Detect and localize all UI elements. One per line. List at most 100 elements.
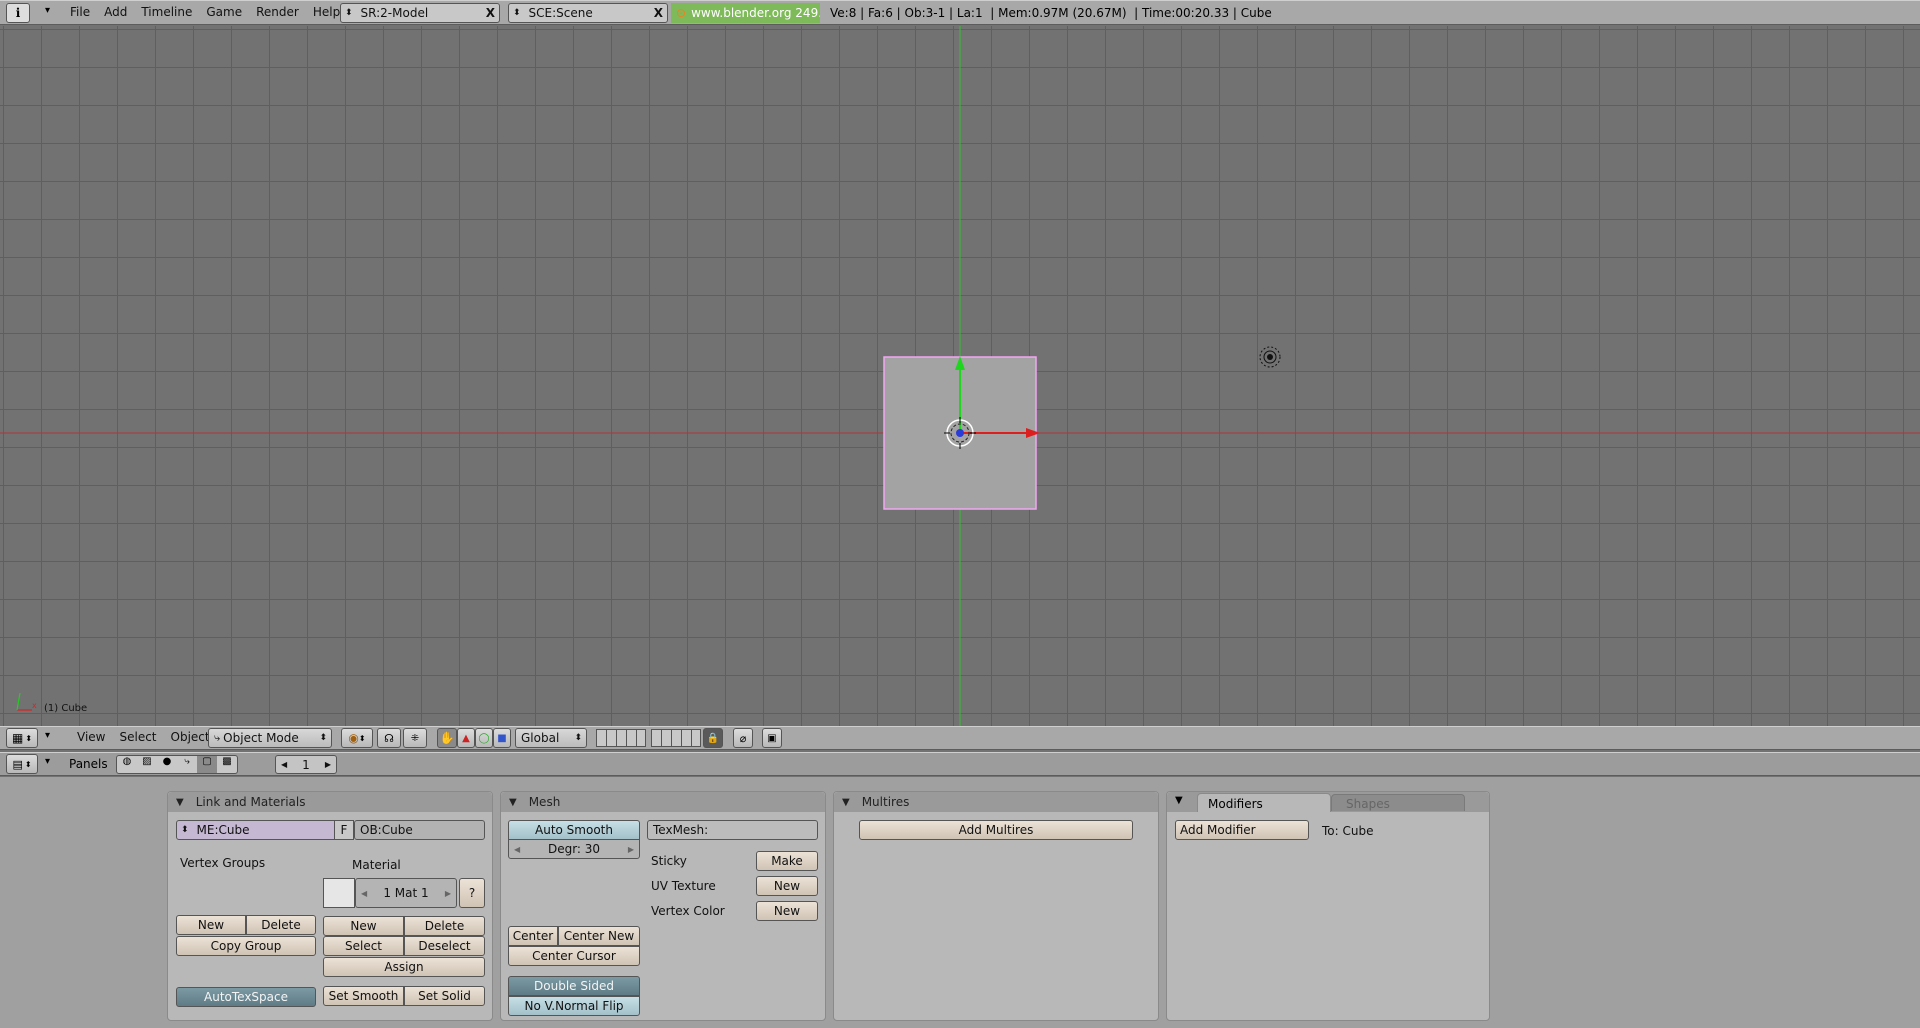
increment-arrow-icon[interactable]: ▶: [628, 845, 634, 854]
center-new-button[interactable]: Center New: [558, 926, 640, 946]
version-badge[interactable]: ⊙ www.blender.org 249.2: [671, 3, 820, 23]
mode-label: Object Mode: [223, 731, 299, 745]
editor-type-icon[interactable]: ▦ ⬍: [6, 728, 38, 748]
menu-select[interactable]: Select: [112, 730, 163, 744]
shading-tab-icon[interactable]: ●: [157, 756, 177, 773]
center-cursor-button[interactable]: Center Cursor: [508, 946, 640, 966]
viewport-canvas: x: [0, 26, 1920, 726]
uv-texture-new-button[interactable]: New: [756, 876, 818, 896]
collapse-triangle-icon[interactable]: ▼: [1175, 795, 1183, 806]
menu-game[interactable]: Game: [199, 5, 249, 19]
add-modifier-button[interactable]: Add Modifier: [1175, 820, 1309, 840]
decrement-arrow-icon[interactable]: ◀: [514, 845, 520, 854]
draw-type-selector[interactable]: ◉ ⬍: [341, 728, 373, 748]
scene-stats: Ve:8 | Fa:6 | Ob:3-1 | La:1 | Mem:0.97M …: [830, 6, 1272, 20]
panel-header[interactable]: ▼ Mesh: [501, 792, 825, 812]
snap-icon[interactable]: ⌀: [733, 728, 753, 748]
increment-arrow-icon[interactable]: ▶: [325, 760, 331, 769]
3d-viewport[interactable]: x (1) Cube: [0, 26, 1920, 726]
panel-header[interactable]: ▼ Link and Materials: [168, 792, 492, 812]
menu-file[interactable]: File: [63, 5, 97, 19]
multires-panel: ▼ Multires Add Multires: [833, 791, 1159, 1021]
header-collapse-icon[interactable]: ▾: [45, 756, 50, 767]
buttons-window: ▼ Link and Materials ⬍ ME:Cube F OB:Cube …: [0, 777, 1920, 1028]
vgroup-new-button[interactable]: New: [176, 915, 246, 935]
panels-label[interactable]: Panels: [69, 757, 108, 771]
updown-icon[interactable]: ⬍: [181, 825, 189, 835]
add-multires-button[interactable]: Add Multires: [859, 820, 1133, 840]
info-icon[interactable]: i: [6, 3, 30, 23]
lamp-icon[interactable]: [1259, 346, 1281, 368]
lock-icon[interactable]: 🔒: [703, 728, 723, 748]
material-help-button[interactable]: ?: [459, 878, 485, 908]
editor-type-icon[interactable]: ▤ ⬍: [6, 754, 38, 774]
close-screen-icon[interactable]: X: [486, 6, 495, 20]
object-tab-icon[interactable]: ⤷: [177, 756, 197, 773]
orientation-selector[interactable]: Global ⬍: [515, 728, 587, 748]
texmesh-field[interactable]: TexMesh:: [647, 820, 818, 840]
modifiers-panel: ▼ Modifiers Shapes Add Modifier To: Cube: [1166, 791, 1490, 1021]
scale-icon[interactable]: ■: [493, 728, 511, 748]
autotexspace-toggle[interactable]: AutoTexSpace: [176, 987, 316, 1007]
translate-icon[interactable]: ▲: [457, 728, 475, 748]
vgroup-delete-button[interactable]: Delete: [246, 915, 316, 935]
script-tab-icon[interactable]: ▨: [137, 756, 157, 773]
material-select-button[interactable]: Select: [323, 936, 404, 956]
double-sided-toggle[interactable]: Double Sided: [508, 976, 640, 996]
material-delete-button[interactable]: Delete: [404, 916, 485, 936]
menu-render[interactable]: Render: [249, 5, 306, 19]
material-deselect-button[interactable]: Deselect: [404, 936, 485, 956]
collapse-triangle-icon[interactable]: ▼: [509, 797, 517, 808]
panel-title: Multires: [861, 795, 910, 809]
collapse-triangle-icon[interactable]: ▼: [176, 797, 184, 808]
scene-tab-icon[interactable]: ▩: [217, 756, 237, 773]
degree-field[interactable]: ◀ Degr: 30 ▶: [508, 839, 640, 859]
frame-value: 1: [302, 757, 310, 772]
vertex-color-new-button[interactable]: New: [756, 901, 818, 921]
tab-shapes[interactable]: Shapes: [1331, 794, 1465, 811]
set-solid-button[interactable]: Set Solid: [404, 986, 485, 1006]
copy-group-button[interactable]: Copy Group: [176, 936, 316, 956]
panel-header[interactable]: ▼ Multires: [834, 792, 1158, 812]
sticky-make-button[interactable]: Make: [756, 851, 818, 871]
center-button[interactable]: Center: [508, 926, 558, 946]
collapse-triangle-icon[interactable]: ▼: [842, 797, 850, 808]
fake-user-button[interactable]: F: [334, 820, 354, 840]
layer-lock-icon[interactable]: ⁜: [403, 728, 427, 748]
menu-view[interactable]: View: [70, 730, 112, 744]
layer-buttons-b[interactable]: [651, 729, 701, 747]
increment-arrow-icon[interactable]: ▶: [445, 889, 451, 898]
rotate-icon[interactable]: ◯: [475, 728, 493, 748]
tab-modifiers[interactable]: Modifiers: [1197, 793, 1331, 812]
decrement-arrow-icon[interactable]: ◀: [361, 889, 367, 898]
layer-buttons-a[interactable]: [596, 729, 646, 747]
pivot-selector[interactable]: ☊: [377, 728, 401, 748]
material-new-button[interactable]: New: [323, 916, 404, 936]
object-name-field[interactable]: OB:Cube: [354, 820, 485, 840]
no-vnormal-flip-toggle[interactable]: No V.Normal Flip: [508, 996, 640, 1016]
manipulator-hand-icon[interactable]: ✋: [437, 728, 457, 748]
context-tabs[interactable]: ◍ ▨ ● ⤷ ▢ ▩: [116, 755, 238, 774]
blender-logo-icon: ⊙: [676, 6, 687, 20]
material-slot-field[interactable]: ◀ 1 Mat 1 ▶: [355, 878, 457, 908]
frame-number-field[interactable]: ◀ 1 ▶: [275, 755, 337, 774]
logic-tab-icon[interactable]: ◍: [117, 756, 137, 773]
decrement-arrow-icon[interactable]: ◀: [281, 760, 287, 769]
menu-add[interactable]: Add: [97, 5, 134, 19]
editing-tab-icon[interactable]: ▢: [197, 756, 217, 773]
menu-collapse-icon[interactable]: ▾: [45, 5, 50, 16]
mesh-name-field[interactable]: ⬍ ME:Cube: [176, 820, 346, 840]
material-assign-button[interactable]: Assign: [323, 957, 485, 977]
link-materials-panel: ▼ Link and Materials ⬍ ME:Cube F OB:Cube …: [167, 791, 493, 1021]
header-collapse-icon[interactable]: ▾: [45, 730, 50, 741]
set-smooth-button[interactable]: Set Smooth: [323, 986, 404, 1006]
screen-selector[interactable]: ⬍ SR:2-Model X: [340, 3, 500, 23]
menu-timeline[interactable]: Timeline: [134, 5, 199, 19]
auto-smooth-toggle[interactable]: Auto Smooth: [508, 820, 640, 840]
mode-selector[interactable]: ⤷ Object Mode ⬍: [208, 728, 332, 748]
render-icon[interactable]: ▣: [762, 728, 782, 748]
close-scene-icon[interactable]: X: [654, 6, 663, 20]
material-color-swatch[interactable]: [323, 878, 355, 908]
orientation-label: Global: [521, 731, 560, 745]
scene-selector[interactable]: ⬍ SCE:Scene X: [508, 3, 668, 23]
